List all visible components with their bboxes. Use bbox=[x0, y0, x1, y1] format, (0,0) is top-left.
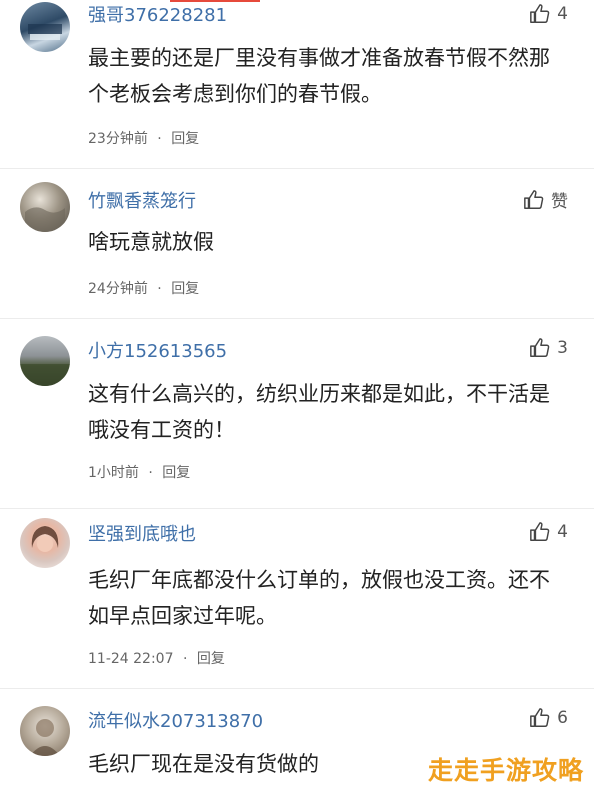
comment-item: 强哥376228281 4 最主要的还是厂里没有事做才准备放春节假不然那个老板会… bbox=[0, 0, 594, 170]
comment-time: 11-24 22:07 bbox=[88, 651, 174, 667]
like-count: 4 bbox=[557, 522, 568, 542]
avatar[interactable] bbox=[20, 182, 70, 232]
thumbs-up-icon bbox=[524, 189, 544, 209]
reply-link[interactable]: 回复 bbox=[162, 465, 190, 481]
avatar[interactable] bbox=[20, 706, 70, 756]
comment-item: 竹飘香蒸笼行 赞 啥玩意就放假 24分钟前 · 回复 bbox=[0, 170, 594, 320]
avatar-image-icon bbox=[31, 526, 59, 552]
reply-link[interactable]: 回复 bbox=[171, 131, 199, 147]
comment-meta: 1小时前 · 回复 bbox=[88, 462, 190, 482]
like-count: 赞 bbox=[551, 192, 568, 212]
username[interactable]: 竹飘香蒸笼行 bbox=[88, 187, 196, 213]
meta-separator: · bbox=[157, 131, 162, 147]
username[interactable]: 流年似水207313870 bbox=[88, 707, 263, 733]
username[interactable]: 小方152613565 bbox=[88, 337, 227, 363]
like-button[interactable]: 4 bbox=[529, 3, 568, 25]
comment-meta: 24分钟前 · 回复 bbox=[88, 278, 199, 298]
avatar-image-icon bbox=[20, 364, 70, 386]
like-button[interactable]: 6 bbox=[529, 707, 568, 729]
comment-text: 毛织厂年底都没什么订单的，放假也没工资。还不如早点回家过年呢。 bbox=[88, 568, 550, 628]
avatar[interactable] bbox=[20, 2, 70, 52]
comment-time: 1小时前 bbox=[88, 465, 139, 481]
reply-link[interactable]: 回复 bbox=[197, 651, 225, 667]
like-count: 3 bbox=[557, 338, 568, 358]
watermark: 走走手游攻略 bbox=[427, 756, 584, 785]
avatar[interactable] bbox=[20, 336, 70, 386]
thumbs-up-icon bbox=[530, 708, 550, 727]
avatar-image-icon bbox=[25, 207, 65, 232]
avatar-image-icon bbox=[30, 719, 60, 756]
meta-separator: · bbox=[148, 465, 153, 481]
reply-link[interactable]: 回复 bbox=[171, 281, 199, 297]
comment-time: 24分钟前 bbox=[88, 281, 148, 297]
comment-item: 小方152613565 3 这有什么高兴的，纺织业历来都是如此，不干活是哦没有工… bbox=[0, 320, 594, 510]
avatar-image-icon bbox=[28, 24, 62, 40]
comment-meta: 11-24 22:07 · 回复 bbox=[88, 648, 225, 668]
comment-meta: 23分钟前 · 回复 bbox=[88, 128, 199, 148]
comment-text: 啥玩意就放假 bbox=[88, 230, 214, 254]
avatar[interactable] bbox=[20, 518, 70, 568]
comment-item: 坚强到底哦也 4 毛织厂年底都没什么订单的，放假也没工资。还不如早点回家过年呢。… bbox=[0, 510, 594, 690]
comment-time: 23分钟前 bbox=[88, 131, 148, 147]
like-button[interactable]: 4 bbox=[529, 521, 568, 543]
thumbs-up-icon bbox=[530, 522, 550, 541]
thumbs-up-icon bbox=[530, 4, 550, 23]
thumbs-up-icon bbox=[530, 338, 550, 357]
meta-separator: · bbox=[182, 651, 188, 667]
divider bbox=[0, 688, 594, 689]
meta-separator: · bbox=[157, 281, 162, 297]
divider bbox=[0, 168, 594, 169]
username[interactable]: 强哥376228281 bbox=[88, 1, 227, 27]
comment-text: 这有什么高兴的，纺织业历来都是如此，不干活是哦没有工资的！ bbox=[88, 382, 550, 442]
comment-text: 最主要的还是厂里没有事做才准备放春节假不然那个老板会考虑到你们的春节假。 bbox=[88, 46, 550, 106]
username[interactable]: 坚强到底哦也 bbox=[88, 520, 196, 546]
divider bbox=[0, 508, 594, 509]
like-count: 4 bbox=[557, 4, 568, 24]
like-count: 6 bbox=[557, 708, 568, 728]
divider bbox=[0, 318, 594, 319]
like-button[interactable]: 赞 bbox=[523, 187, 568, 212]
like-button[interactable]: 3 bbox=[529, 337, 568, 359]
